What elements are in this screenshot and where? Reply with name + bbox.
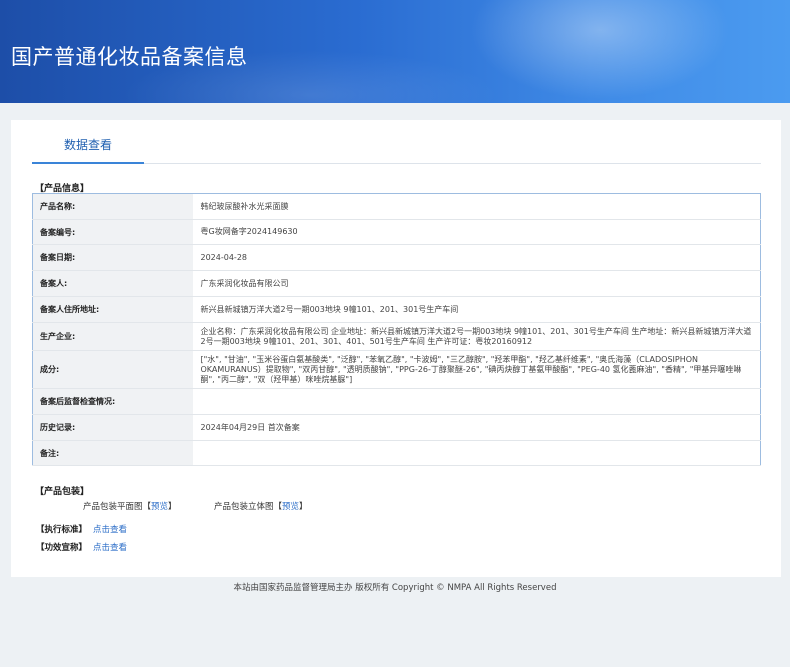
standard-line: 【执行标准】 点击查看	[36, 523, 127, 535]
footer-copyright: 本站由国家药品监督管理局主办 版权所有 Copyright © NMPA All…	[233, 583, 557, 593]
table-row: 备案日期: 2024-04-28	[32, 244, 761, 271]
table-row: 历史记录: 2024年04月29日 首次备案	[32, 414, 761, 441]
efficacy-label: 【功效宣称】	[36, 543, 88, 553]
table-row: 备案人: 广东采润化妆品有限公司	[32, 270, 761, 297]
row-key: 产品名称:	[32, 193, 193, 220]
row-key: 备案后监督检查情况:	[32, 388, 193, 415]
row-value: ["水", "甘油", "玉米谷蛋白氨基酸类", "泛醇", "苯氧乙醇", "…	[192, 350, 761, 389]
table-row: 备案人住所地址: 新兴县新城镇万洋大道2号一期003地块 9幢101、201、3…	[32, 296, 761, 323]
banner-glow	[470, 0, 730, 100]
row-key: 生产企业:	[32, 322, 193, 351]
solid-package-label: 产品包装立体图	[213, 502, 274, 512]
standard-view-link[interactable]: 点击查看	[93, 525, 127, 535]
tab-bar: 数据查看	[32, 135, 761, 164]
row-key: 备注:	[32, 440, 193, 466]
packaging-section-title: 【产品包装】	[35, 487, 90, 497]
row-value: 新兴县新城镇万洋大道2号一期003地块 9幢101、201、301号生产车间	[192, 296, 761, 323]
table-row: 备案后监督检查情况:	[32, 388, 761, 415]
solid-package-preview-link[interactable]: 预览	[282, 502, 299, 512]
row-value: 2024年04月29日 首次备案	[192, 414, 761, 441]
row-value: 粤G妆网备字2024149630	[192, 219, 761, 245]
row-value: 企业名称：广东采润化妆品有限公司 企业地址：新兴县新城镇万洋大道2号一期003地…	[192, 322, 761, 351]
row-key: 成分:	[32, 350, 193, 389]
packaging-row: 产品包装平面图【预览】 产品包装立体图【预览】	[83, 502, 308, 512]
row-key: 历史记录:	[32, 414, 193, 441]
row-value: 韩纪玻尿酸补水光采面膜	[192, 193, 761, 220]
efficacy-view-link[interactable]: 点击查看	[93, 543, 127, 553]
row-value: 广东采润化妆品有限公司	[192, 270, 761, 297]
page-title: 国产普通化妆品备案信息	[11, 45, 248, 69]
row-value: 2024-04-28	[192, 244, 761, 271]
row-value	[192, 388, 761, 415]
flat-package-label: 产品包装平面图	[83, 502, 143, 512]
efficacy-line: 【功效宣称】 点击查看	[36, 541, 127, 553]
table-row: 备案编号: 粤G妆网备字2024149630	[32, 219, 761, 245]
tab-data-view[interactable]: 数据查看	[32, 135, 144, 164]
row-key: 备案编号:	[32, 219, 193, 245]
table-row: 成分: ["水", "甘油", "玉米谷蛋白氨基酸类", "泛醇", "苯氧乙醇…	[32, 350, 761, 389]
row-key: 备案人:	[32, 270, 193, 297]
product-info-table: 产品名称: 韩纪玻尿酸补水光采面膜 备案编号: 粤G妆网备字2024149630…	[32, 193, 761, 466]
row-value	[192, 440, 761, 466]
table-row: 产品名称: 韩纪玻尿酸补水光采面膜	[32, 193, 761, 220]
row-key: 备案人住所地址:	[32, 296, 193, 323]
table-row: 备注:	[32, 440, 761, 466]
flat-package-preview-link[interactable]: 预览	[151, 502, 168, 512]
header-banner: 国产普通化妆品备案信息	[0, 0, 790, 103]
content-card: 数据查看 【产品信息】 产品名称: 韩纪玻尿酸补水光采面膜 备案编号: 粤G妆网…	[11, 120, 781, 577]
row-key: 备案日期:	[32, 244, 193, 271]
standard-label: 【执行标准】	[36, 525, 88, 535]
table-row: 生产企业: 企业名称：广东采润化妆品有限公司 企业地址：新兴县新城镇万洋大道2号…	[32, 322, 761, 351]
